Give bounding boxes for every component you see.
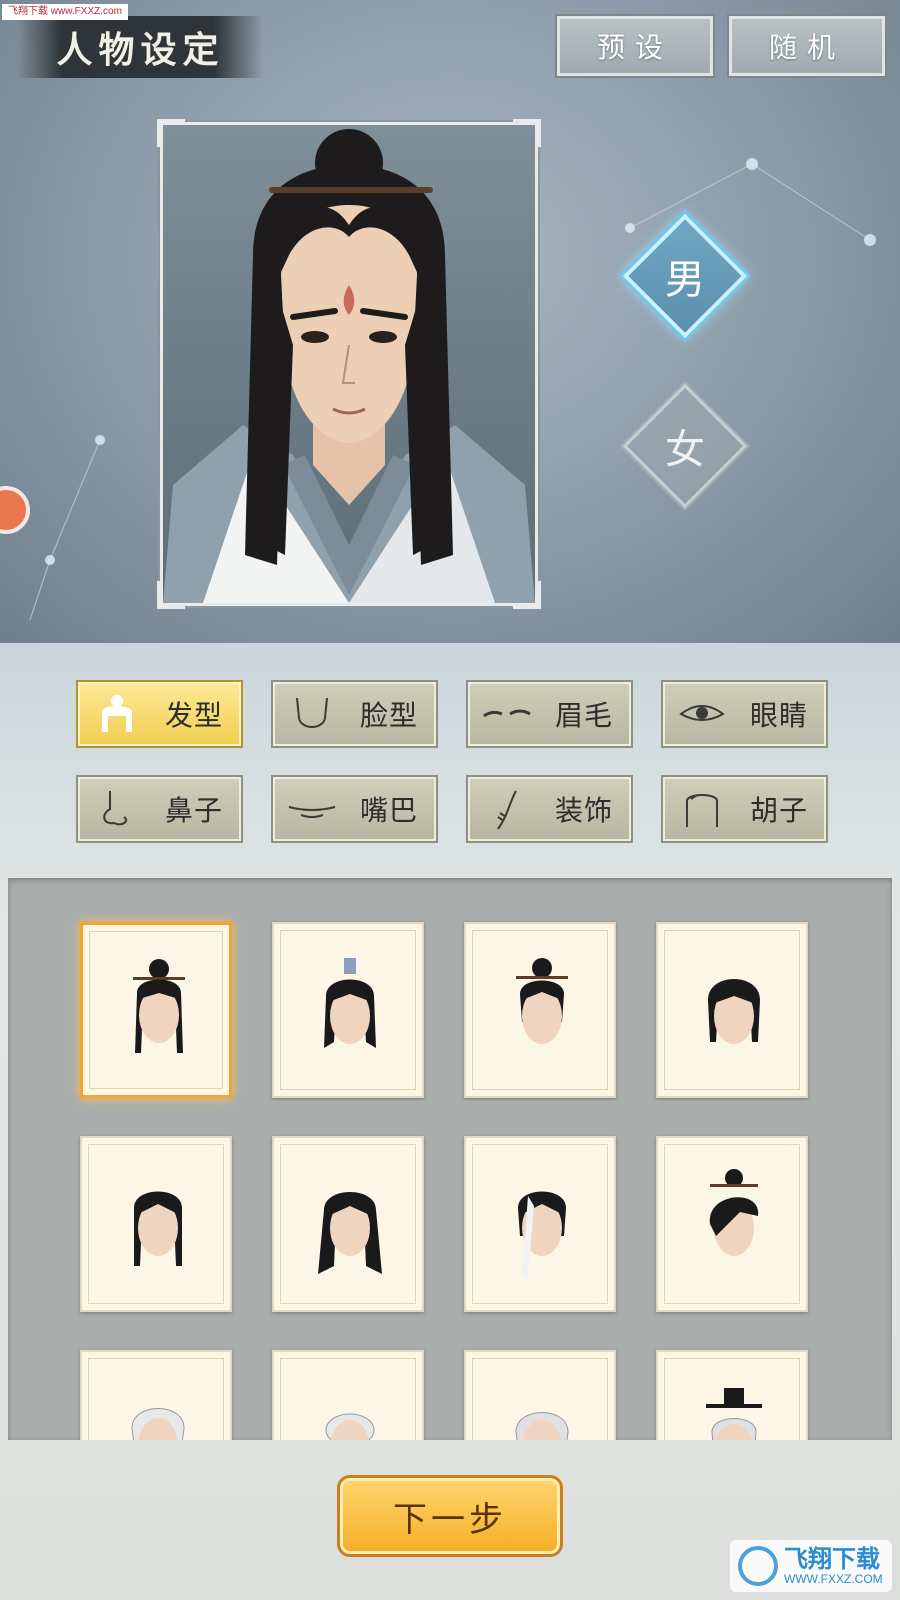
character-portrait bbox=[163, 125, 535, 603]
gender-male-label: 男 bbox=[665, 257, 705, 303]
hairstyle-card[interactable] bbox=[464, 922, 616, 1098]
tab-eyebrow[interactable]: 眉毛 bbox=[466, 680, 633, 748]
hairstyle-grid bbox=[8, 878, 892, 1440]
hairstyle-card[interactable] bbox=[272, 1136, 424, 1312]
hairstyle-thumbnail bbox=[515, 1412, 569, 1440]
tab-mouth[interactable]: 嘴巴 bbox=[271, 775, 438, 843]
hairstyle-thumbnail bbox=[134, 1191, 182, 1266]
character-preview-scene: 飞翔下载 www.FXXZ.com 人物设定 预设 随机 男 女 bbox=[0, 0, 900, 643]
watermark-top: 飞翔下载 www.FXXZ.com bbox=[2, 4, 128, 20]
hairstyle-thumbnail bbox=[708, 979, 760, 1044]
tab-label: 眉毛 bbox=[554, 699, 613, 732]
hairstyle-thumbnail bbox=[516, 958, 568, 1044]
tab-nose[interactable]: 鼻子 bbox=[76, 775, 243, 843]
tab-eyes[interactable]: 眼睛 bbox=[661, 680, 828, 748]
hairstyle-card[interactable] bbox=[80, 1350, 232, 1440]
beard-icon bbox=[686, 794, 718, 827]
random-button[interactable]: 随机 bbox=[727, 14, 887, 78]
tab-label: 鼻子 bbox=[164, 794, 223, 827]
mouth-icon bbox=[288, 806, 336, 818]
tab-label: 发型 bbox=[164, 699, 223, 732]
tab-decoration[interactable]: 装饰 bbox=[466, 775, 633, 843]
hairstyle-thumbnail bbox=[518, 1191, 566, 1278]
preset-button[interactable]: 预设 bbox=[555, 14, 715, 78]
tab-label: 装饰 bbox=[554, 794, 613, 827]
tab-hairstyle[interactable]: 发型 bbox=[76, 680, 243, 748]
decoration-icon bbox=[497, 790, 517, 830]
hairstyle-thumbnail bbox=[318, 1192, 382, 1274]
gender-female-label: 女 bbox=[665, 427, 705, 473]
hairstyle-thumbnail bbox=[133, 959, 185, 1053]
eyebrow-icon bbox=[483, 709, 531, 718]
nose-icon bbox=[103, 791, 128, 826]
page-title-plate: 人物设定 bbox=[18, 16, 263, 78]
hairstyle-card[interactable] bbox=[80, 922, 232, 1098]
tab-label: 眼睛 bbox=[749, 699, 808, 732]
watermark-url: WWW.FXXZ.COM bbox=[784, 1572, 883, 1586]
hairstyle-thumbnail bbox=[709, 1169, 759, 1256]
character-portrait-frame bbox=[157, 119, 541, 609]
brand-logo-icon bbox=[738, 1546, 778, 1586]
hairstyle-card[interactable] bbox=[272, 922, 424, 1098]
hairstyle-thumbnail bbox=[131, 1408, 185, 1440]
tab-label: 脸型 bbox=[359, 699, 418, 732]
hairstyle-card[interactable] bbox=[656, 1136, 808, 1312]
watermark-brand: 飞翔下载 bbox=[784, 1545, 880, 1573]
hairstyle-thumbnail bbox=[325, 1413, 375, 1440]
hairstyle-card[interactable] bbox=[656, 922, 808, 1098]
hairstyle-card[interactable] bbox=[272, 1350, 424, 1440]
hair-icon bbox=[102, 695, 132, 732]
face-shape-icon bbox=[296, 697, 328, 728]
tab-face-shape[interactable]: 脸型 bbox=[271, 680, 438, 748]
hairstyle-thumbnail bbox=[706, 1388, 762, 1440]
page-title: 人物设定 bbox=[56, 29, 225, 71]
hairstyle-card[interactable] bbox=[464, 1136, 616, 1312]
eye-icon bbox=[679, 705, 725, 721]
hairstyle-thumbnail bbox=[324, 958, 376, 1048]
tab-label: 嘴巴 bbox=[359, 794, 418, 827]
next-step-button[interactable]: 下一步 bbox=[337, 1475, 563, 1557]
tab-label: 胡子 bbox=[749, 794, 808, 827]
watermark-bottom: 飞翔下载 WWW.FXXZ.COM bbox=[730, 1540, 892, 1592]
tab-beard[interactable]: 胡子 bbox=[661, 775, 828, 843]
hairstyle-card[interactable] bbox=[656, 1350, 808, 1440]
hairstyle-card[interactable] bbox=[464, 1350, 616, 1440]
hairstyle-card[interactable] bbox=[80, 1136, 232, 1312]
